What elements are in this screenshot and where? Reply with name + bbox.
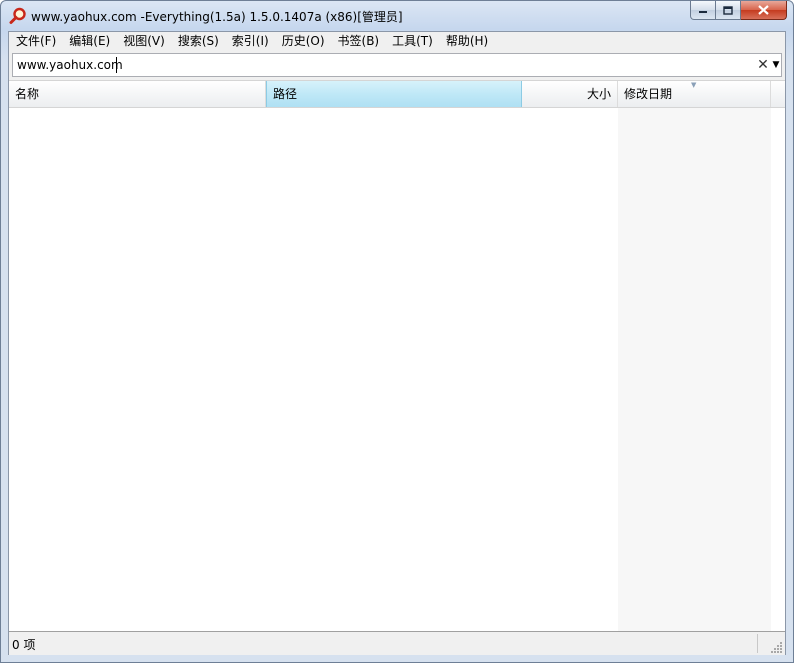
search-box[interactable]: ✕ ▼ — [12, 53, 782, 77]
status-bar: 0 项 — [9, 631, 785, 655]
app-window: www.yaohux.com -Everything(1.5a) 1.5.0.1… — [0, 0, 794, 663]
minimize-button[interactable] — [690, 1, 716, 20]
menu-tools[interactable]: 工具(T) — [385, 32, 439, 51]
menu-bookmarks[interactable]: 书签(B) — [331, 32, 386, 51]
column-header-filler — [771, 81, 785, 107]
client-area: 文件(F) 编辑(E) 视图(V) 搜索(S) 索引(I) 历史(O) 书签(B… — [8, 31, 786, 655]
results-rows[interactable] — [9, 108, 785, 631]
caption-buttons — [690, 1, 787, 21]
status-divider — [757, 634, 758, 653]
clear-search-button[interactable]: ✕ — [755, 56, 771, 74]
menu-bar: 文件(F) 编辑(E) 视图(V) 搜索(S) 索引(I) 历史(O) 书签(B… — [9, 32, 785, 51]
search-history-dropdown-icon[interactable]: ▼ — [771, 56, 781, 74]
menu-file[interactable]: 文件(F) — [9, 32, 62, 51]
column-header-size[interactable]: 大小 — [522, 81, 618, 107]
menu-history[interactable]: 历史(O) — [275, 32, 331, 51]
menu-view[interactable]: 视图(V) — [116, 32, 171, 51]
minimize-icon — [699, 11, 707, 13]
column-header-name[interactable]: 名称 — [9, 81, 266, 107]
maximize-icon — [723, 5, 733, 15]
sort-indicator-icon: ▼ — [691, 81, 697, 89]
modified-column-background — [618, 108, 771, 631]
search-input[interactable] — [17, 57, 737, 73]
close-icon — [758, 5, 769, 15]
resize-grip-icon[interactable] — [771, 641, 783, 653]
results-list[interactable]: 名称 路径 大小 修改日期 ▼ — [9, 80, 785, 632]
close-button[interactable] — [741, 1, 787, 20]
window-title: www.yaohux.com -Everything(1.5a) 1.5.0.1… — [31, 10, 403, 24]
title-bar[interactable]: www.yaohux.com -Everything(1.5a) 1.5.0.1… — [1, 1, 793, 31]
magnifier-icon — [9, 7, 26, 24]
text-caret — [116, 57, 117, 73]
column-header: 名称 路径 大小 修改日期 ▼ — [9, 81, 785, 108]
status-result-count: 0 项 — [12, 638, 36, 652]
menu-search[interactable]: 搜索(S) — [171, 32, 225, 51]
menu-help[interactable]: 帮助(H) — [439, 32, 494, 51]
menu-index[interactable]: 索引(I) — [225, 32, 275, 51]
maximize-button[interactable] — [716, 1, 741, 20]
column-header-path[interactable]: 路径 — [266, 81, 522, 107]
menu-edit[interactable]: 编辑(E) — [62, 32, 116, 51]
